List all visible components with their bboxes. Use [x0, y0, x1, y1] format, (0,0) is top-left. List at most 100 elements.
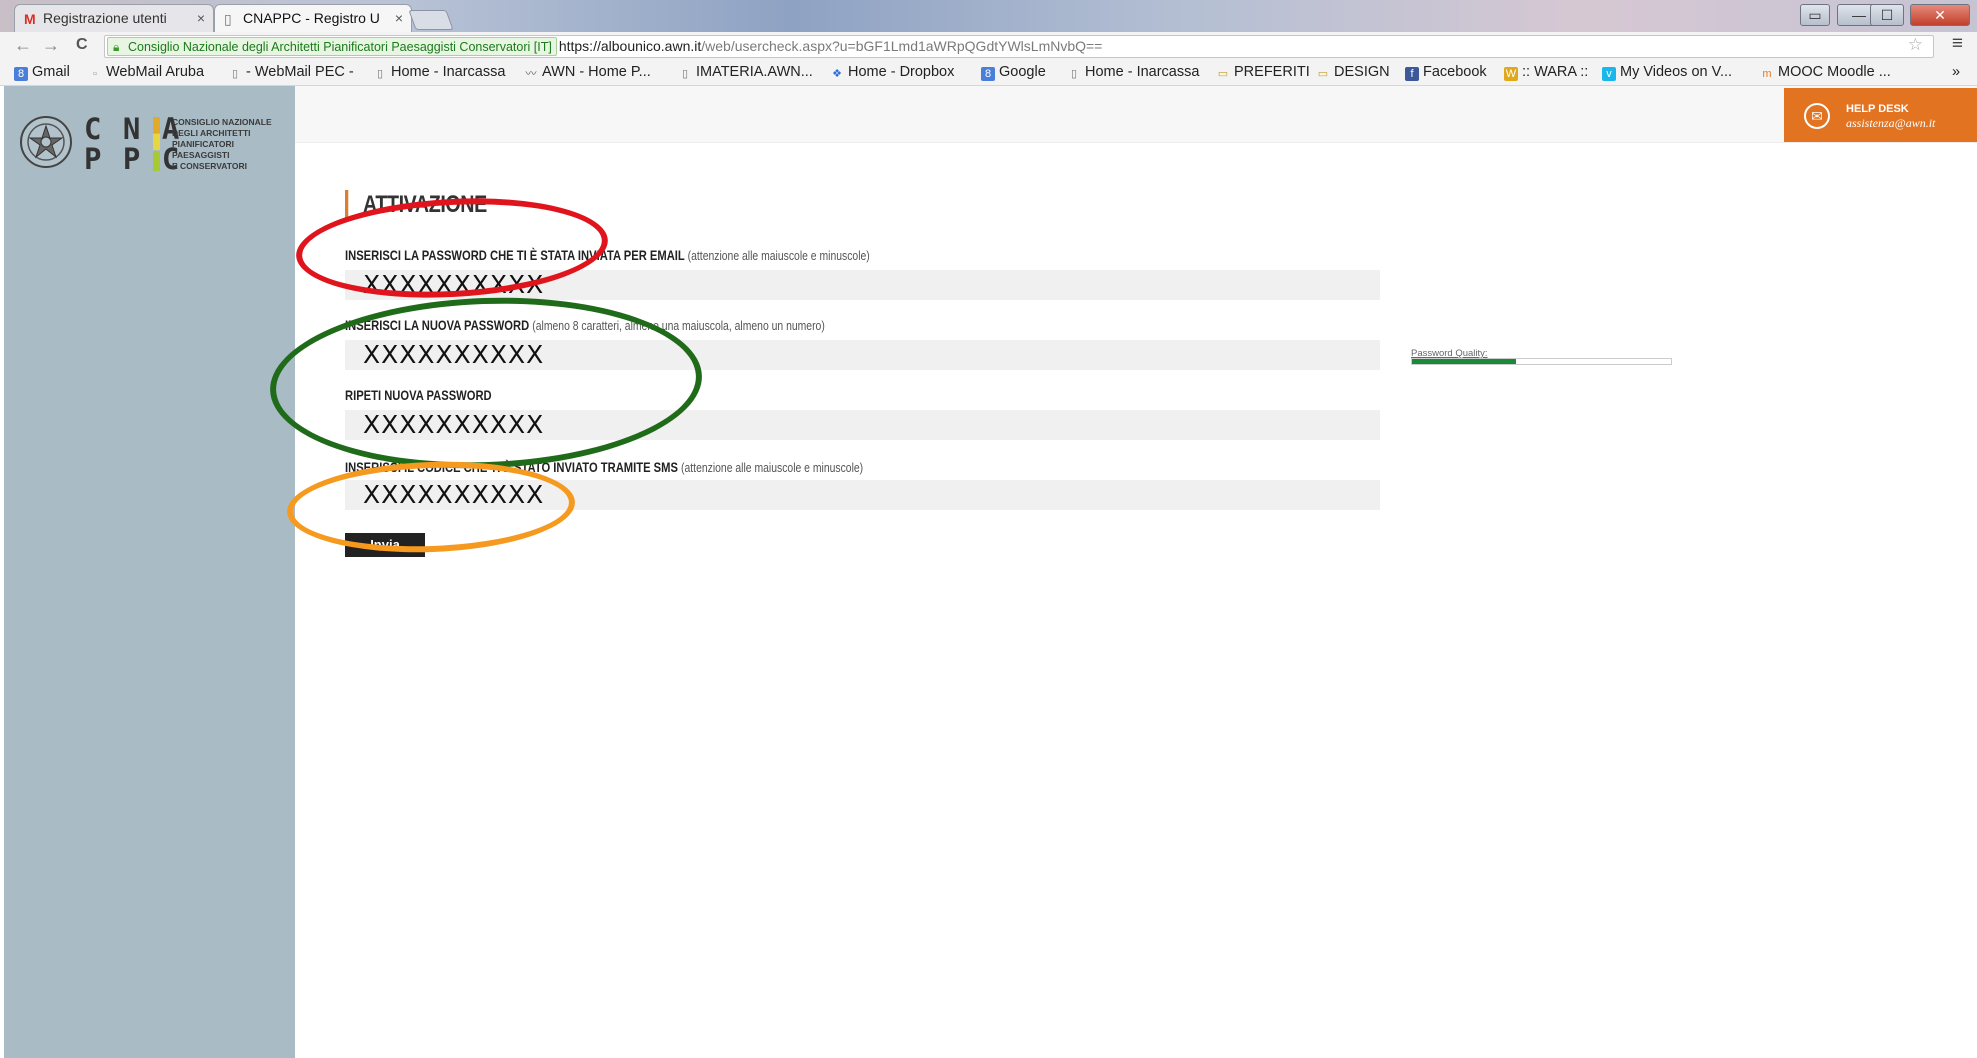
bookmark-folder-preferiti[interactable]: ▭ PREFERITI — [1216, 64, 1310, 81]
field-hint: (almeno 8 caratteri, almeno una maiuscol… — [532, 318, 825, 333]
bookmark-webmail-aruba[interactable]: ▫ WebMail Aruba — [88, 64, 204, 81]
logo-accent-bar — [153, 134, 160, 150]
bookmark-label: DESIGN — [1334, 64, 1390, 80]
bookmark-label: MOOC Moodle ... — [1778, 64, 1891, 80]
bookmark-label: Google — [999, 64, 1046, 80]
logo-subtitle-line: E CONSERVATORI — [172, 161, 247, 171]
bookmark-label: :: WARA :: — [1522, 64, 1589, 80]
emblem-icon — [20, 116, 72, 168]
awn-icon: 〰 — [525, 68, 537, 80]
bookmark-gmail[interactable]: 8 Gmail — [14, 64, 70, 81]
bookmark-label: WebMail Aruba — [106, 64, 205, 80]
close-window-button[interactable]: ✕ — [1910, 4, 1970, 26]
screenshot: M Registrazione utenti × ▯ CNAPPC - Regi… — [0, 0, 1977, 1058]
sidebar — [4, 86, 295, 1058]
bookmark-star-icon[interactable]: ☆ — [1908, 35, 1923, 55]
close-tab-icon[interactable]: × — [197, 10, 205, 26]
logo-wordmark: C N A P P C — [84, 114, 181, 174]
bookmark-webmail-pec[interactable]: ▯ - WebMail PEC - — [228, 64, 354, 81]
sms-code-label: INSERISCI IL CODICE CHE TI È STATO INVIA… — [345, 459, 863, 475]
bookmark-dropbox[interactable]: ❖ Home - Dropbox — [830, 64, 954, 81]
password-quality-fill — [1412, 359, 1516, 364]
bookmarks-overflow-icon[interactable]: » — [1952, 64, 1960, 80]
field-hint: (attenzione alle maiuscole e minuscole) — [681, 460, 864, 475]
helpdesk-email: assistenza@awn.it — [1846, 116, 1936, 130]
bookmark-label: PREFERITI — [1234, 64, 1310, 80]
url-host: https://albounico.awn.it — [558, 38, 702, 54]
email-password-label: INSERISCI LA PASSWORD CHE TI È STATA INV… — [345, 247, 870, 263]
bookmark-home-inarcassa-2[interactable]: ▯ Home - Inarcassa — [1067, 64, 1199, 81]
logo-accent-bar — [153, 117, 160, 133]
envelope-icon: ✉ — [1804, 103, 1830, 129]
new-password-label: INSERISCI LA NUOVA PASSWORD (almeno 8 ca… — [345, 317, 825, 333]
tab-label: Registrazione utenti — [43, 10, 167, 26]
field-label-text: INSERISCI LA NUOVA PASSWORD — [345, 317, 530, 333]
password-quality-meter — [1411, 358, 1672, 365]
logo-subtitle-line: PIANIFICATORI — [172, 139, 235, 149]
bookmark-awn-home[interactable]: 〰 AWN - Home P... — [524, 64, 651, 81]
restore-user-button[interactable]: ▭ — [1800, 4, 1830, 26]
bookmark-home-inarcassa[interactable]: ▯ Home - Inarcassa — [373, 64, 505, 81]
chrome-menu-icon[interactable]: ≡ — [1952, 33, 1963, 55]
bookmark-mooc-moodle[interactable]: m MOOC Moodle ... — [1760, 64, 1891, 81]
google-icon: 8 — [14, 67, 28, 81]
address-bar[interactable]: 🔒︎ Consiglio Nazionale degli Architetti … — [104, 35, 1934, 58]
vimeo-icon: v — [1602, 67, 1616, 81]
field-label-text: INSERISCI IL CODICE CHE TI È STATO INVIA… — [345, 459, 678, 475]
helpdesk-title: HELP DESK — [1846, 103, 1909, 115]
new-password-input[interactable]: XXXXXXXXXX — [345, 340, 1380, 370]
bookmark-label: Facebook — [1423, 64, 1487, 80]
bookmark-label: Home - Inarcassa — [1085, 64, 1200, 80]
logo-line1: C N A — [84, 112, 182, 146]
bookmark-folder-design[interactable]: ▭ DESIGN — [1316, 64, 1390, 81]
logo-subtitle-line: PAESAGGISTI — [172, 150, 230, 160]
page-icon: ▯ — [681, 68, 689, 80]
bookmark-vimeo[interactable]: v My Videos on V... — [1602, 64, 1732, 81]
tab-bar: M Registrazione utenti × ▯ CNAPPC - Regi… — [0, 0, 1977, 32]
bookmark-label: AWN - Home P... — [542, 64, 651, 80]
logo-subtitle-line: CONSIGLIO NAZIONALE — [172, 117, 272, 127]
bookmarks-bar: 8 Gmail ▫ WebMail Aruba ▯ - WebMail PEC - ▯… — [0, 60, 1977, 86]
tab-registrazione[interactable]: M Registrazione utenti × — [14, 4, 214, 32]
page-icon: ▯ — [1070, 68, 1078, 80]
sms-code-input[interactable]: XXXXXXXXXX — [345, 480, 1380, 510]
reload-button[interactable]: C — [76, 36, 88, 54]
forward-button[interactable]: → — [42, 35, 60, 56]
field-label-text: RIPETI NUOVA PASSWORD — [345, 387, 492, 403]
bookmark-label: My Videos on V... — [1620, 64, 1733, 80]
field-hint: (attenzione alle maiuscole e minuscole) — [687, 248, 870, 263]
logo-accent-bar — [153, 151, 160, 171]
submit-button[interactable]: Invia — [345, 533, 425, 557]
bookmark-label: - WebMail PEC - — [246, 64, 354, 80]
maximize-button[interactable]: ☐ — [1870, 4, 1904, 26]
close-tab-icon[interactable]: × — [395, 10, 403, 26]
bookmark-label: Home - Inarcassa — [391, 64, 506, 80]
folder-icon: ▭ — [1217, 68, 1229, 80]
browser-toolbar: ← → C 🔒︎ Consiglio Nazionale degli Archi… — [0, 32, 1977, 60]
bookmark-wara[interactable]: W:: WARA :: — [1504, 64, 1588, 81]
tab-cnappc[interactable]: ▯ CNAPPC - Registro U × — [214, 4, 412, 32]
new-tab-button[interactable] — [408, 10, 454, 30]
repeat-password-input[interactable]: XXXXXXXXXX — [345, 410, 1380, 440]
bookmark-label: Gmail — [32, 64, 70, 80]
email-password-input[interactable]: XXXXXXXXXX — [345, 270, 1380, 300]
helpdesk-button[interactable]: ✉ HELP DESK assistenza@awn.it — [1784, 88, 1977, 142]
bookmark-label: IMATERIA.AWN... — [696, 64, 813, 80]
tab-label: CNAPPC - Registro U — [243, 10, 380, 26]
gmail-icon: M — [24, 11, 36, 27]
page-icon: ▫ — [93, 68, 97, 80]
page-icon: ▯ — [376, 68, 384, 80]
url-path: /web/usercheck.aspx?u=bGF1Lmd1aWRpQGdtYW… — [701, 38, 1103, 54]
facebook-icon: f — [1405, 67, 1419, 81]
security-indicator[interactable]: 🔒︎ Consiglio Nazionale degli Architetti … — [107, 37, 557, 56]
bookmark-label: Home - Dropbox — [848, 64, 955, 80]
back-button[interactable]: ← — [14, 35, 32, 56]
bookmark-google[interactable]: 8 Google — [981, 64, 1046, 81]
lock-icon: 🔒︎ — [113, 40, 120, 54]
page-title: ATTIVAZIONE — [345, 190, 487, 220]
bookmark-imateria[interactable]: ▯ IMATERIA.AWN... — [678, 64, 813, 81]
page-icon: ▯ — [224, 11, 232, 27]
bookmark-facebook[interactable]: f Facebook — [1405, 64, 1487, 81]
dropbox-icon: ❖ — [832, 68, 842, 80]
field-label-text: INSERISCI LA PASSWORD CHE TI È STATA INV… — [345, 247, 685, 263]
